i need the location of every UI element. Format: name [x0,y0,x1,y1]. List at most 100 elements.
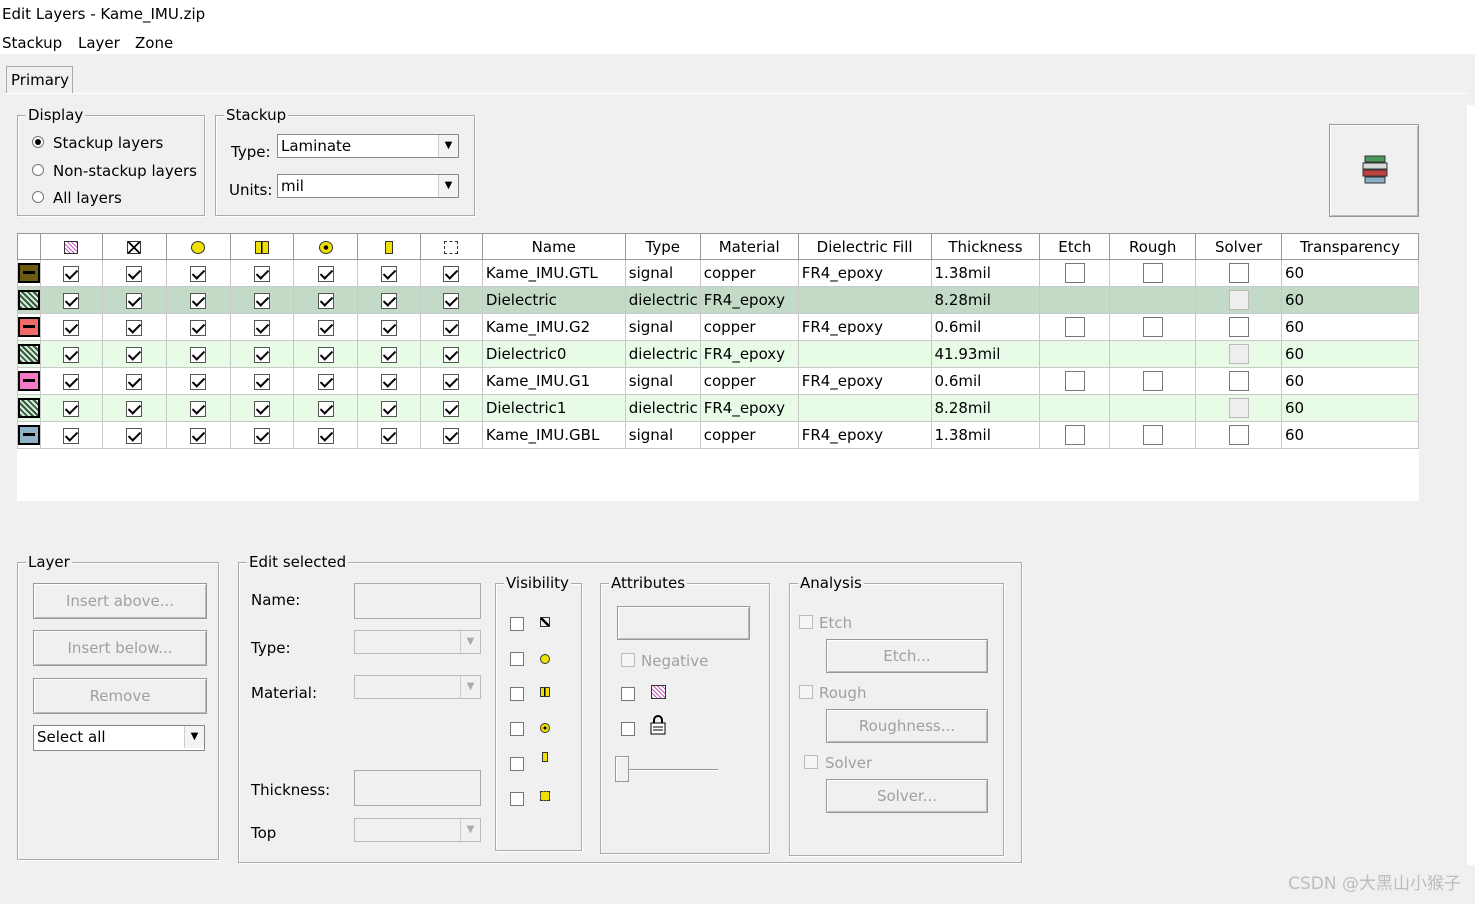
visibility-checkbox-cross-box[interactable] [101,259,167,287]
visibility-checkbox-via[interactable] [165,340,231,368]
top-select[interactable]: ▼ [354,818,481,842]
transparency-slider-handle[interactable] [615,756,629,782]
layer-type-cell[interactable]: signal [624,259,701,287]
solver-checkbox[interactable] [804,755,818,769]
layer-type-cell[interactable]: signal [624,421,701,449]
visibility-checkbox-component[interactable] [420,286,483,314]
column-header-dielectric-fill[interactable]: Dielectric Fill [797,233,932,260]
roughness-button[interactable]: Roughness... [826,709,988,743]
visibility-checkbox-pin[interactable] [357,421,421,449]
menu-stackup[interactable]: Stackup [2,34,62,52]
visibility-checkbox-fill[interactable] [40,286,103,314]
solver-cell[interactable] [1195,367,1282,395]
layer-material-cell[interactable]: FR4_epoxy [699,286,799,314]
layer-fill-cell[interactable]: FR4_epoxy [797,259,932,287]
etch-cell[interactable] [1039,313,1111,341]
visibility-checkbox-via[interactable] [165,286,231,314]
layer-fill-cell[interactable]: FR4_epoxy [797,367,932,395]
visibility-checkbox-pin[interactable] [357,286,421,314]
rough-cell[interactable] [1109,259,1197,287]
pad-icon[interactable] [229,233,295,260]
pin-icon[interactable] [357,233,421,260]
visibility-checkbox-fill[interactable] [40,421,103,449]
visibility-checkbox-via[interactable] [165,313,231,341]
layer-name-cell[interactable]: Dielectric1 [481,394,626,422]
rough-checkbox[interactable] [799,685,813,699]
menu-layer[interactable]: Layer [78,34,120,52]
negative-checkbox[interactable] [621,653,635,667]
column-header-etch[interactable]: Etch [1039,233,1111,260]
visibility-checkbox-target[interactable] [293,259,359,287]
layer-thickness-cell[interactable]: 1.38mil [930,421,1041,449]
insert-above-button[interactable]: Insert above... [33,583,207,619]
layer-material-cell[interactable]: copper [699,313,799,341]
table-row[interactable]: Dielectric0 dielectric FR4_epoxy 41.93mil 60 [17,340,1420,368]
etch-cell[interactable] [1039,421,1111,449]
layer-fill-cell[interactable] [797,394,932,422]
solver-button[interactable]: Solver... [826,779,988,813]
visibility-via-checkbox[interactable] [510,652,524,666]
visibility-checkbox-component[interactable] [420,421,483,449]
column-header-rough[interactable]: Rough [1109,233,1197,260]
solver-cell[interactable] [1195,340,1282,368]
visibility-checkbox-pin[interactable] [357,259,421,287]
visibility-checkbox-component[interactable] [420,340,483,368]
column-header-material[interactable]: Material [699,233,799,260]
rough-cell[interactable] [1109,313,1197,341]
select-all-dropdown[interactable]: Select all ▼ [33,725,205,751]
visibility-checkbox-cross-box[interactable] [101,340,167,368]
target-icon[interactable] [293,233,359,260]
layer-type-cell[interactable]: signal [624,313,701,341]
visibility-cross-checkbox[interactable] [510,617,524,631]
visibility-checkbox-target[interactable] [293,313,359,341]
table-row[interactable]: Kame_IMU.GTL signal copper FR4_epoxy 1.38mil… [17,259,1420,287]
layer-fill-cell[interactable]: FR4_epoxy [797,313,932,341]
layer-type-cell[interactable]: dielectric [624,340,701,368]
table-row[interactable]: Kame_IMU.G2 signal copper FR4_epoxy 0.6mil 60 [17,313,1420,341]
layer-type-cell[interactable]: signal [624,367,701,395]
visibility-checkbox-component[interactable] [420,259,483,287]
visibility-checkbox-pad[interactable] [229,313,295,341]
visibility-checkbox-component[interactable] [420,394,483,422]
layer-name-cell[interactable]: Dielectric0 [481,340,626,368]
layer-color-swatch[interactable] [17,421,41,449]
rough-cell[interactable] [1109,340,1197,368]
layer-type-cell[interactable]: dielectric [624,394,701,422]
visibility-checkbox-target[interactable] [293,286,359,314]
layer-type-cell[interactable]: dielectric [624,286,701,314]
etch-cell[interactable] [1039,340,1111,368]
visibility-checkbox-target[interactable] [293,394,359,422]
etch-button[interactable]: Etch... [826,639,988,673]
etch-cell[interactable] [1039,367,1111,395]
radio-all-layers[interactable] [32,191,44,203]
layer-color-swatch[interactable] [17,286,41,314]
visibility-pad-checkbox[interactable] [510,687,524,701]
layer-transparency-cell[interactable]: 60 [1280,259,1420,287]
layer-thickness-cell[interactable]: 41.93mil [930,340,1041,368]
stackup-3d-view-button[interactable] [1329,124,1419,217]
rough-cell[interactable] [1109,286,1197,314]
column-header-solver[interactable]: Solver [1195,233,1282,260]
layer-thickness-cell[interactable]: 8.28mil [930,286,1041,314]
stackup-units-select[interactable]: mil ▼ [277,174,459,198]
layer-fill-cell[interactable] [797,340,932,368]
etch-checkbox[interactable] [799,615,813,629]
visibility-checkbox-cross-box[interactable] [101,313,167,341]
layer-fill-cell[interactable]: FR4_epoxy [797,421,932,449]
rough-cell[interactable] [1109,367,1197,395]
layer-thickness-cell[interactable]: 0.6mil [930,313,1041,341]
layer-color-swatch[interactable] [17,259,41,287]
visibility-pin-checkbox[interactable] [510,757,524,771]
layer-name-cell[interactable]: Kame_IMU.GBL [481,421,626,449]
visibility-checkbox-pad[interactable] [229,286,295,314]
layer-color-swatch[interactable] [17,313,41,341]
visibility-checkbox-fill[interactable] [40,340,103,368]
visibility-checkbox-cross-box[interactable] [101,421,167,449]
component-icon[interactable] [420,233,483,260]
visibility-checkbox-fill[interactable] [40,367,103,395]
visibility-checkbox-cross-box[interactable] [101,286,167,314]
visibility-checkbox-fill[interactable] [40,259,103,287]
solver-cell[interactable] [1195,259,1282,287]
layer-thickness-cell[interactable]: 8.28mil [930,394,1041,422]
menu-zone[interactable]: Zone [135,34,173,52]
